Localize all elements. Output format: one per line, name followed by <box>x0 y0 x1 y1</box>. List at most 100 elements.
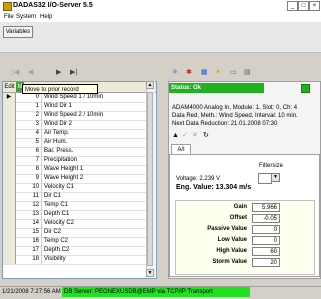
gain-field[interactable]: 5.966 <box>252 203 280 212</box>
tooltip: Move to prior record <box>22 84 98 94</box>
row-selector[interactable] <box>3 165 16 174</box>
row-name: Velocity C1 <box>44 184 75 190</box>
last-record-icon[interactable]: ▶| <box>70 68 77 78</box>
row-name: Temp C1 <box>44 202 69 208</box>
status-led-icon <box>301 84 310 93</box>
chart-icon[interactable]: ▦ <box>201 68 208 78</box>
check-icon[interactable]: ✓ <box>182 131 188 140</box>
row-number: 6 <box>16 147 42 156</box>
row-name: Velocity C2 <box>44 220 75 226</box>
current-row-indicator-icon[interactable]: ▶ <box>3 93 16 102</box>
row-selector[interactable] <box>3 201 16 210</box>
row-number: 1 <box>16 102 42 111</box>
filtersize-label: Filtersize <box>259 163 284 169</box>
row-number: 10 <box>16 183 42 192</box>
row-number: 18 <box>16 255 42 264</box>
high-value-label: High Value <box>216 248 247 254</box>
row-name: Air Temp. <box>44 130 70 136</box>
reduction-method: Data Red. Meth.: Wind Speed, Interval: 1… <box>172 113 298 119</box>
row-selector[interactable] <box>3 102 16 111</box>
menu-system[interactable]: System <box>14 12 38 22</box>
scroll-up-button[interactable]: ▲ <box>146 81 154 89</box>
row-number: 4 <box>16 129 42 138</box>
row-number: 11 <box>16 192 42 201</box>
row-name: Dir C2 <box>44 229 62 235</box>
row-selector[interactable] <box>3 147 16 156</box>
filtersize-select[interactable] <box>258 173 272 184</box>
status-indicator: Status: Ok <box>169 83 264 93</box>
minimize-button[interactable]: _ <box>287 1 298 11</box>
gain-label: Gain <box>233 204 247 210</box>
variables-button[interactable]: Variables <box>3 26 33 38</box>
first-record-icon[interactable]: |◀ <box>12 68 19 78</box>
row-name: Bar. Press. <box>44 148 74 154</box>
refresh-icon[interactable]: ↻ <box>203 131 209 140</box>
row-name: Wave Height 2 <box>44 175 84 181</box>
row-number: 5 <box>16 138 42 147</box>
row-name: Depth C2 <box>44 247 70 253</box>
row-selector[interactable] <box>3 219 16 228</box>
row-number: 16 <box>16 237 42 246</box>
app-icon <box>3 2 12 11</box>
up-arrow-icon[interactable]: ▲ <box>172 131 179 140</box>
grid-header-edit[interactable]: Edit <box>3 82 17 92</box>
maximize-button[interactable]: □ <box>298 1 309 11</box>
row-name: Air Hum. <box>44 139 68 145</box>
passive-value-label: Passive Value <box>207 226 247 232</box>
row-number: 17 <box>16 246 42 255</box>
row-name: Wave Height 1 <box>44 166 84 172</box>
offset-field[interactable]: -0.05 <box>252 214 280 223</box>
row-number: 8 <box>16 165 42 174</box>
tab-strip <box>0 22 321 53</box>
network-icon[interactable]: ⚛ <box>172 68 178 78</box>
row-number: 2 <box>16 111 42 120</box>
document-icon[interactable]: ▤ <box>244 68 251 78</box>
monitor-icon[interactable]: ▭ <box>230 68 237 78</box>
next-record-icon[interactable]: ▶ <box>56 68 61 78</box>
row-number: 3 <box>16 120 42 129</box>
row-name: Precipitation <box>44 157 78 163</box>
storm-value-label: Storm Value <box>212 259 247 265</box>
passive-value-field[interactable]: 0 <box>252 225 280 234</box>
row-number: 12 <box>16 201 42 210</box>
scroll-down-button[interactable]: ▼ <box>146 269 154 277</box>
high-value-field[interactable]: 60 <box>252 247 280 256</box>
row-selector[interactable] <box>3 228 16 237</box>
row-number: 14 <box>16 219 42 228</box>
row-selector[interactable] <box>3 255 16 264</box>
row-name: Temp C2 <box>44 238 69 244</box>
row-selector[interactable] <box>3 138 16 147</box>
scroll-thumb[interactable] <box>147 92 153 266</box>
wand-icon[interactable]: ✶ <box>215 68 221 78</box>
row-selector[interactable] <box>3 246 16 255</box>
settings-icon[interactable]: ✱ <box>186 68 192 78</box>
storm-value-field[interactable]: 20 <box>252 258 280 267</box>
window-title: DADAS32 I/O-Server 5.5 <box>13 2 93 9</box>
row-selector[interactable] <box>3 129 16 138</box>
prior-record-icon[interactable]: ◀ <box>28 68 33 78</box>
row-selector[interactable] <box>3 237 16 246</box>
cancel-icon[interactable]: ✕ <box>192 131 198 140</box>
low-value-field[interactable]: 0 <box>252 236 280 245</box>
row-number: 13 <box>16 210 42 219</box>
row-selector[interactable] <box>3 156 16 165</box>
row-name: Wind Speed 2 / 10min <box>44 112 104 118</box>
row-selector[interactable] <box>3 111 16 120</box>
row-name: Dir C1 <box>44 193 62 199</box>
row-selector[interactable] <box>3 120 16 129</box>
row-name: Wind Dir 2 <box>44 121 73 127</box>
db-server-status: DB Server: PEGNEXUSDB@EMP via TCP/IP Tra… <box>62 287 250 297</box>
voltage-readout: Voltage: 2.239 V <box>176 176 221 182</box>
row-selector[interactable] <box>3 192 16 201</box>
row-selector[interactable] <box>3 174 16 183</box>
offset-label: Offset <box>229 215 247 221</box>
row-name: Visibility <box>44 256 66 262</box>
row-selector[interactable] <box>3 210 16 219</box>
chevron-down-icon[interactable]: ▼ <box>271 173 280 182</box>
close-button[interactable]: × <box>309 1 320 11</box>
row-selector[interactable] <box>3 183 16 192</box>
menu-help[interactable]: Help <box>38 12 54 22</box>
table-row[interactable]: 18 Visibility <box>3 255 156 265</box>
row-number: 15 <box>16 228 42 237</box>
row-name: Depth C1 <box>44 211 70 217</box>
